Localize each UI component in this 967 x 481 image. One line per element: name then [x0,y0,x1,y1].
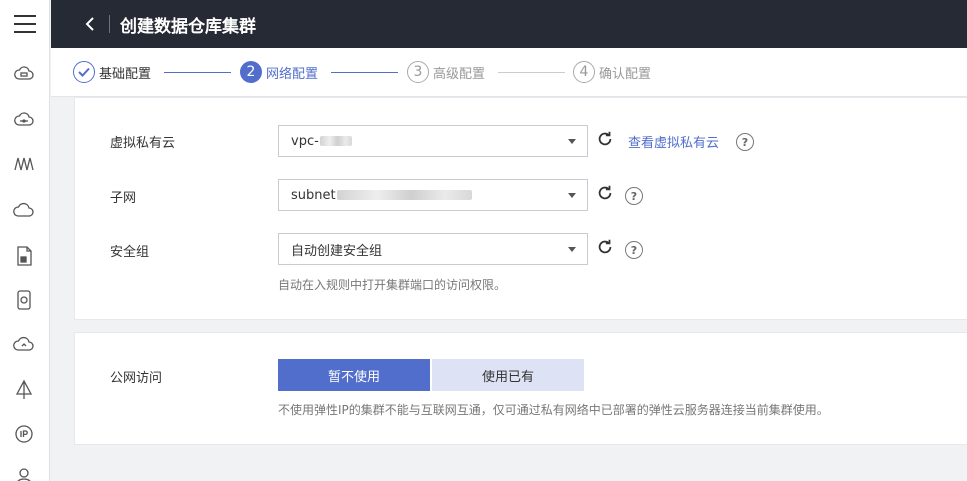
step-label: 确认配置 [599,66,652,82]
step-number: 4 [573,61,595,83]
subnet-value: subnet [291,187,336,203]
vpc-label: 虚拟私有云 [110,136,176,151]
page-title: 创建数据仓库集群 [120,16,256,37]
network-config-panel: 虚拟私有云 vpc- 查看虚拟私有云 ? 子网 subnet ? 安全组 自动创… [74,97,967,320]
back-icon[interactable] [79,13,101,35]
storage-icon[interactable] [11,287,37,313]
users-icon[interactable] [11,463,37,481]
security-group-value: 自动创建安全组 [291,243,383,259]
help-icon[interactable]: ? [736,133,754,151]
help-icon[interactable]: ? [625,241,643,259]
chevron-down-icon [568,139,576,144]
no-public-ip-button[interactable]: 暂不使用 [278,359,430,391]
bms-icon[interactable] [11,107,37,133]
check-icon [73,61,95,83]
subnet-select[interactable]: subnet [278,179,588,211]
step-connector [498,72,565,73]
refresh-icon[interactable] [596,238,616,258]
public-access-panel: 公网访问 暂不使用 使用已有 不使用弹性IP的集群不能与互联网互通，仅可通过私有… [74,332,967,445]
redacted-mask [336,190,472,200]
header-divider [109,15,110,33]
step-label: 网络配置 [266,66,319,82]
refresh-icon[interactable] [596,184,616,204]
step-number: 3 [407,61,429,83]
topology-icon[interactable] [11,151,37,177]
wizard-steps: 基础配置 2 网络配置 3 高级配置 4 确认配置 [51,48,967,97]
step-advanced-config[interactable]: 3 高级配置 [407,61,485,83]
subnet-label: 子网 [110,191,137,206]
menu-icon[interactable] [0,0,50,48]
step-label: 基础配置 [99,66,152,82]
cloud-icon[interactable] [11,197,37,223]
step-basic-config[interactable]: 基础配置 [73,61,151,83]
security-group-label: 安全组 [110,245,150,260]
cloud-sync-icon[interactable] [11,331,37,357]
refresh-icon[interactable] [596,130,616,150]
vpc-icon[interactable] [11,377,37,403]
vpc-select[interactable]: vpc- [278,125,588,157]
left-nav-rail [0,0,50,481]
step-number: 2 [240,61,262,83]
step-connector [331,72,398,73]
use-existing-ip-button[interactable]: 使用已有 [432,359,584,391]
ecs-icon[interactable] [11,61,37,87]
public-access-hint: 不使用弹性IP的集群不能与互联网互通，仅可通过私有网络中已部署的弹性云服务器连接… [278,403,829,417]
document-icon[interactable] [11,243,37,269]
chevron-down-icon [568,247,576,252]
vpc-value: vpc- [291,133,319,149]
step-confirm-config[interactable]: 4 确认配置 [573,61,651,83]
redacted-mask [319,136,352,146]
ip-icon[interactable] [11,421,37,447]
public-access-label: 公网访问 [110,371,163,386]
security-group-hint: 自动在入规则中打开集群端口的访问权限。 [278,278,507,292]
page-header: 创建数据仓库集群 [51,0,967,48]
view-vpc-link[interactable]: 查看虚拟私有云 [628,132,719,151]
chevron-down-icon [568,193,576,198]
help-icon[interactable]: ? [625,187,643,205]
step-label: 高级配置 [433,66,486,82]
step-connector [164,72,231,73]
step-network-config[interactable]: 2 网络配置 [240,61,318,83]
security-group-select[interactable]: 自动创建安全组 [278,233,588,265]
